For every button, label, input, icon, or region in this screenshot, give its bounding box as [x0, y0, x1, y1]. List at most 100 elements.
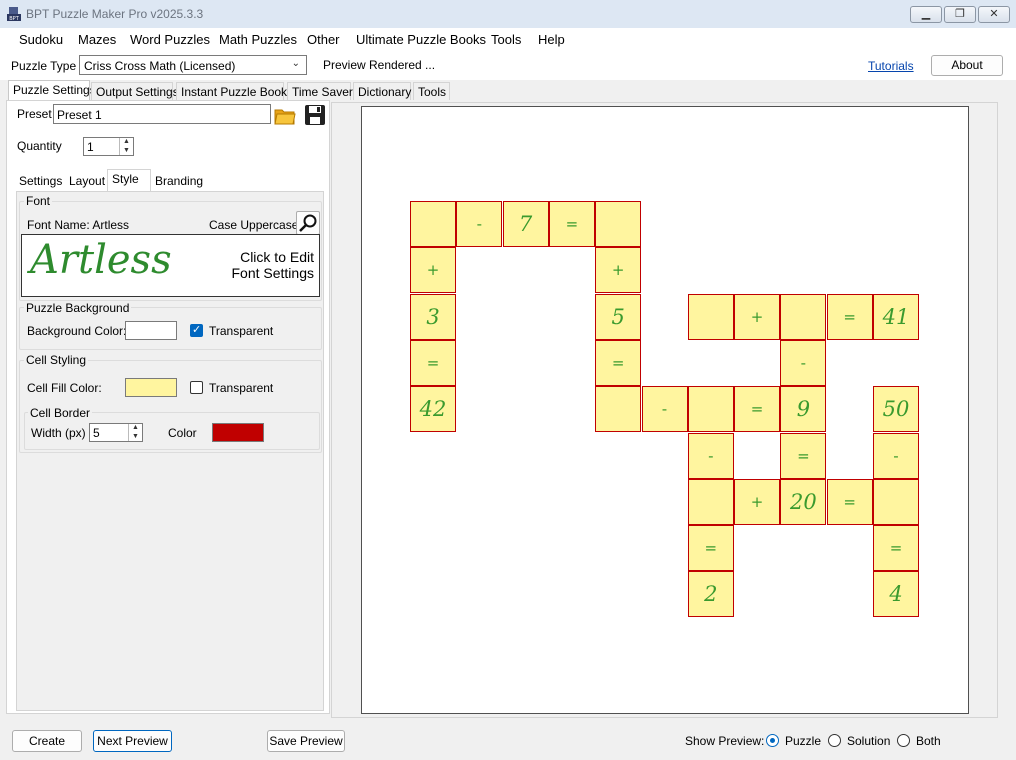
- puzzle-cell: -: [456, 201, 503, 247]
- puzzle-cell: =: [826, 478, 873, 525]
- preview-scrollbar[interactable]: [998, 102, 1016, 718]
- border-color-swatch[interactable]: [212, 423, 264, 442]
- spin-down-icon[interactable]: ▼: [120, 147, 133, 156]
- puzzle-cell: -: [641, 386, 688, 433]
- chevron-down-icon: ⌄: [291, 58, 300, 69]
- cell-fill-label: Cell Fill Color:: [27, 381, 102, 395]
- quantity-label: Quantity: [17, 139, 62, 153]
- tab-instant-puzzle-books[interactable]: Instant Puzzle Books: [176, 82, 293, 100]
- spin-up-icon[interactable]: ▲: [129, 424, 142, 433]
- minimize-icon: ▁: [921, 8, 931, 20]
- radio-puzzle-label: Puzzle: [785, 734, 822, 748]
- puzzle-cell: =: [410, 339, 456, 386]
- svg-text:BPT: BPT: [9, 16, 19, 22]
- puzzle-cell: [595, 386, 642, 433]
- puzzle-cell: 4: [873, 571, 919, 618]
- subtab-settings[interactable]: Settings: [15, 172, 66, 190]
- menu-ultimate-puzzle-books[interactable]: Ultimate Puzzle Books: [356, 32, 486, 47]
- puzzle-type-label: Puzzle Type: [11, 59, 77, 73]
- puzzle-cell: =: [780, 432, 827, 479]
- puzzle-cell: +: [734, 293, 781, 340]
- menu-math-puzzles[interactable]: Math Puzzles: [219, 32, 297, 47]
- radio-puzzle[interactable]: [766, 734, 779, 747]
- font-search-button[interactable]: [296, 211, 320, 235]
- subtab-branding[interactable]: Branding: [151, 172, 207, 190]
- quantity-stepper[interactable]: 1 ▲ ▼: [83, 137, 134, 156]
- puzzle-cell: 2: [687, 571, 734, 618]
- show-preview-label: Show Preview:: [685, 734, 765, 748]
- cell-transparent-checkbox[interactable]: [190, 381, 203, 394]
- background-color-swatch[interactable]: [125, 321, 177, 340]
- puzzle-cell: -: [687, 432, 734, 479]
- puzzle-cell: 9: [780, 386, 827, 433]
- puzzle-cell: =: [548, 201, 595, 247]
- puzzle-cell: 5: [595, 293, 642, 340]
- puzzle-type-select[interactable]: Criss Cross Math (Licensed) ⌄: [79, 55, 307, 75]
- cell-transparent-label: Transparent: [209, 381, 274, 395]
- case-label: Case Uppercase: [209, 218, 299, 232]
- about-button[interactable]: About: [931, 55, 1003, 76]
- tab-tools[interactable]: Tools: [413, 82, 450, 100]
- open-folder-icon[interactable]: [274, 104, 296, 126]
- menu-help[interactable]: Help: [538, 32, 565, 47]
- puzzle-cell: -: [780, 339, 827, 386]
- puzzle-cell: +: [410, 247, 456, 294]
- border-width-value: 5: [93, 426, 100, 440]
- background-color-label: Background Color:: [27, 324, 127, 338]
- menu-tools[interactable]: Tools: [491, 32, 521, 47]
- spin-down-icon[interactable]: ▼: [129, 433, 142, 442]
- puzzle-cell: [687, 386, 734, 433]
- maximize-button[interactable]: ❐: [944, 6, 976, 23]
- font-name-label: Font Name: Artless: [27, 218, 130, 232]
- minimize-button[interactable]: ▁: [910, 6, 942, 23]
- save-icon[interactable]: [304, 104, 326, 126]
- puzzle-cell: +: [734, 478, 781, 525]
- close-icon: ✕: [989, 8, 999, 20]
- restore-icon: ❐: [955, 8, 965, 20]
- puzzle-cell: +: [595, 247, 642, 294]
- create-button[interactable]: Create: [12, 730, 82, 752]
- menu-bar: Sudoku Mazes Word Puzzles Math Puzzles O…: [0, 28, 1016, 50]
- border-color-label: Color: [168, 426, 197, 440]
- tab-time-saver[interactable]: Time Saver: [287, 82, 353, 100]
- puzzle-cell: 41: [873, 293, 919, 340]
- background-transparent-checkbox[interactable]: [190, 323, 203, 337]
- puzzle-cell: =: [595, 339, 642, 386]
- puzzle-cell: =: [873, 525, 919, 572]
- radio-solution[interactable]: [828, 734, 841, 747]
- puzzle-cell: 3: [410, 293, 456, 340]
- puzzle-preview-canvas: -7 = + +3 5 + = 41 = = -42- = 9 50- = - +20 = = = 2 4: [361, 106, 969, 714]
- next-preview-button[interactable]: Next Preview: [93, 730, 172, 752]
- puzzle-cell: =: [826, 293, 873, 340]
- puzzle-cell: 50: [873, 386, 919, 433]
- puzzle-cell: 42: [410, 386, 456, 433]
- close-button[interactable]: ✕: [978, 6, 1010, 23]
- font-group-title: Font: [24, 194, 53, 208]
- window-title: BPT Puzzle Maker Pro v2025.3.3: [26, 7, 204, 21]
- radio-both[interactable]: [897, 734, 910, 747]
- tab-dictionary[interactable]: Dictionary: [353, 82, 411, 100]
- tutorials-link[interactable]: Tutorials: [868, 59, 914, 73]
- subtab-layout[interactable]: Layout: [65, 172, 109, 190]
- cell-styling-group-title: Cell Styling: [24, 353, 89, 367]
- puzzle-cell: [873, 478, 919, 525]
- menu-word-puzzles[interactable]: Word Puzzles: [130, 32, 210, 47]
- border-width-stepper[interactable]: 5 ▲ ▼: [89, 423, 143, 442]
- tab-output-settings[interactable]: Output Settings: [91, 82, 179, 100]
- subtab-style[interactable]: Style: [107, 169, 151, 191]
- save-preview-button[interactable]: Save Preview: [267, 730, 345, 752]
- cell-fill-swatch[interactable]: [125, 378, 177, 397]
- status-text: Preview Rendered ...: [323, 58, 436, 72]
- menu-mazes[interactable]: Mazes: [78, 32, 116, 47]
- menu-other[interactable]: Other: [307, 32, 340, 47]
- background-transparent-label: Transparent: [209, 324, 274, 338]
- puzzle-cell: 20: [780, 478, 827, 525]
- tab-puzzle-settings[interactable]: Puzzle Settings: [8, 80, 96, 101]
- font-preview-box[interactable]: Artless Click to Edit Font Settings: [21, 234, 320, 297]
- preset-input[interactable]: Preset 1: [53, 104, 271, 124]
- puzzle-cell: -: [873, 432, 919, 479]
- quantity-value: 1: [87, 140, 94, 154]
- menu-sudoku[interactable]: Sudoku: [19, 32, 63, 47]
- spin-up-icon[interactable]: ▲: [120, 138, 133, 147]
- puzzle-cell: [687, 293, 734, 340]
